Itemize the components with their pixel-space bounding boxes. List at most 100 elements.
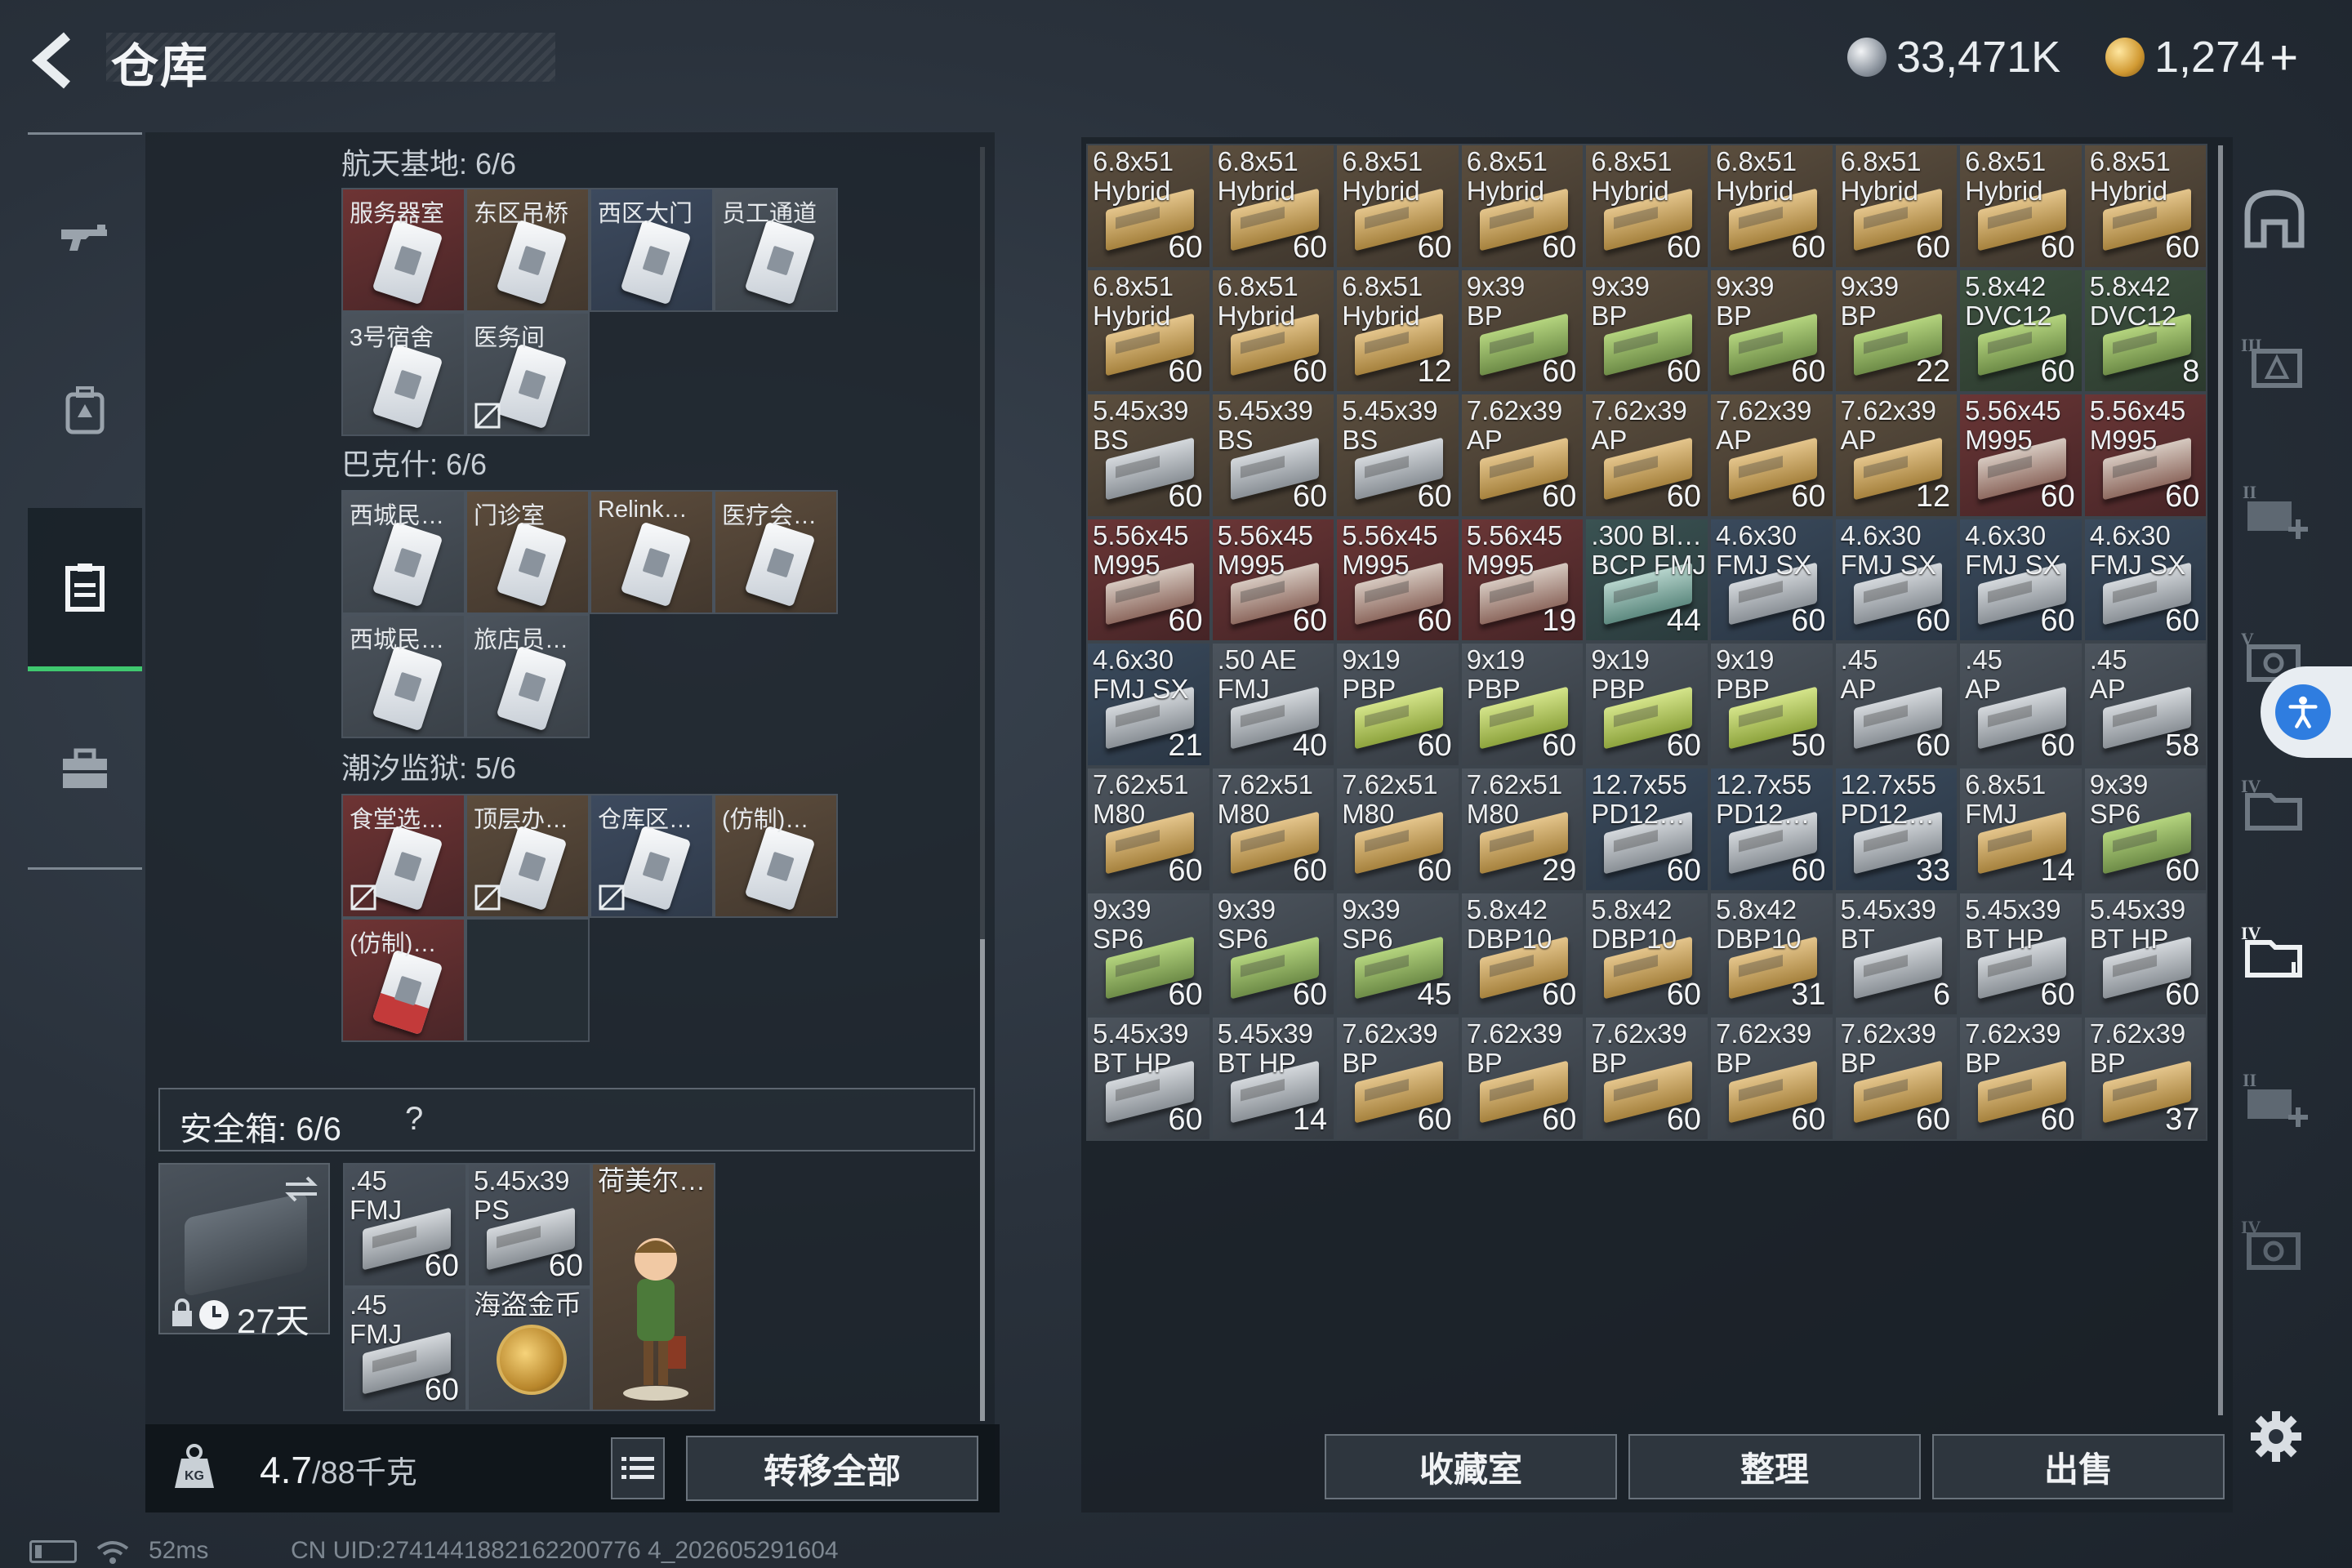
stash-item[interactable]: 5.56x45 M995 60 (1086, 517, 1211, 643)
settings-gear-icon[interactable] (2247, 1408, 2305, 1465)
stash-item[interactable]: 12.7x55 PD12… 60 (1708, 766, 1834, 892)
stash-item[interactable]: 5.45x39 BT HP 14 (1210, 1016, 1336, 1141)
swap-icon[interactable] (283, 1173, 320, 1205)
stash-item[interactable]: 5.45x39 BT HP 60 (2082, 891, 2208, 1017)
stash-scrollbar[interactable] (2218, 145, 2223, 1415)
help-button[interactable]: ? (405, 1101, 423, 1138)
stash-item[interactable]: .45 AP 58 (2082, 642, 2208, 767)
stash-item[interactable]: 5.8x42 DBP10 60 (1459, 891, 1585, 1017)
keycard-slot[interactable]: 食堂选… (341, 794, 466, 918)
keycard-slot[interactable]: 医疗会… (714, 490, 838, 614)
stash-item[interactable]: 4.6x30 FMJ SX 60 (1958, 517, 2083, 643)
stash-item[interactable]: .50 AE FMJ 40 (1210, 642, 1336, 767)
stash-item[interactable]: 5.8x42 DBP10 31 (1708, 891, 1834, 1017)
stash-item[interactable]: 9x39 BP 60 (1584, 268, 1709, 394)
nav-backpack[interactable] (28, 328, 142, 492)
keycard-slot[interactable]: 3号宿舍 (341, 312, 466, 436)
stash-item[interactable]: 9x39 BP 60 (1459, 268, 1585, 394)
stash-item[interactable]: 5.8x42 DVC12 8 (2082, 268, 2208, 394)
stash-tab-iv-locked[interactable]: IV (2238, 1209, 2311, 1282)
stash-item[interactable]: 5.56x45 M995 60 (2082, 393, 2208, 518)
stash-item[interactable]: 5.45x39 BS 60 (1335, 393, 1460, 518)
stash-item[interactable]: 9x39 SP6 60 (2082, 766, 2208, 892)
stash-item[interactable]: 5.56x45 M995 19 (1459, 517, 1585, 643)
empty-keycard-slot[interactable] (466, 918, 590, 1042)
keycard-slot[interactable]: Relink… (590, 490, 714, 614)
stash-item[interactable]: 7.62x51 M80 29 (1459, 766, 1585, 892)
stash-item[interactable]: 6.8x51 Hybrid 12 (1335, 268, 1460, 394)
safe-slot-figurine[interactable]: 荷美尔… (591, 1163, 715, 1411)
stash-item[interactable]: 5.8x42 DVC12 60 (1958, 268, 2083, 394)
safe-slot-ammo[interactable]: .45 FMJ 60 (343, 1163, 467, 1287)
stash-item[interactable]: 5.45x39 BS 60 (1210, 393, 1336, 518)
sort-button[interactable]: 整理 (1628, 1434, 1921, 1499)
stash-item[interactable]: 7.62x39 AP 60 (1459, 393, 1585, 518)
keycard-slot[interactable]: 门诊室 (466, 490, 590, 614)
stash-item[interactable]: 6.8x51 Hybrid 60 (1335, 144, 1460, 269)
stash-item[interactable]: .300 Bl… BCP FMJ 44 (1584, 517, 1709, 643)
stash-item[interactable]: 9x19 PBP 60 (1584, 642, 1709, 767)
keycard-slot[interactable]: (仿制)… (341, 918, 466, 1042)
stash-item[interactable]: 4.6x30 FMJ SX 21 (1086, 642, 1211, 767)
stash-item[interactable]: 9x39 SP6 60 (1210, 891, 1336, 1017)
stash-item[interactable]: 7.62x39 BP 60 (1459, 1016, 1585, 1141)
stash-item[interactable]: 5.45x39 BS 60 (1086, 393, 1211, 518)
stash-tab-iv-active[interactable]: IV (2238, 915, 2311, 988)
transfer-all-button[interactable]: 转移全部 (686, 1436, 978, 1501)
stash-tab-ii-add[interactable]: II (2238, 474, 2311, 547)
stash-item[interactable]: 7.62x51 M80 60 (1210, 766, 1336, 892)
stash-item[interactable]: 6.8x51 Hybrid 60 (2082, 144, 2208, 269)
inventory-scroll-thumb[interactable] (980, 939, 985, 1421)
stash-item[interactable]: .45 AP 60 (1833, 642, 1959, 767)
stash-item[interactable]: 6.8x51 Hybrid 60 (1958, 144, 2083, 269)
stash-item[interactable]: 7.62x39 AP 60 (1584, 393, 1709, 518)
sell-button[interactable]: 出售 (1932, 1434, 2225, 1499)
add-currency-button[interactable]: + (2270, 29, 2298, 86)
keycard-slot[interactable]: 东区吊桥 (466, 188, 590, 312)
stash-item[interactable]: 6.8x51 Hybrid 60 (1584, 144, 1709, 269)
stash-item[interactable]: 9x19 PBP 60 (1335, 642, 1460, 767)
home-tab[interactable] (2238, 181, 2311, 255)
stash-item[interactable]: 5.56x45 M995 60 (1210, 517, 1336, 643)
stash-item[interactable]: 7.62x39 BP 37 (2082, 1016, 2208, 1141)
stash-item[interactable]: 9x39 BP 60 (1708, 268, 1834, 394)
stash-tab-iv[interactable]: IV (2238, 768, 2311, 841)
safe-slot-coin[interactable]: 海盗金币 (467, 1287, 591, 1411)
stash-item[interactable]: 4.6x30 FMJ SX 60 (2082, 517, 2208, 643)
keycard-slot[interactable]: 服务器室 (341, 188, 466, 312)
stash-item[interactable]: 5.45x39 BT HP 60 (1086, 1016, 1211, 1141)
nav-storage[interactable] (28, 508, 142, 671)
stash-item[interactable]: 7.62x39 AP 60 (1708, 393, 1834, 518)
stash-item[interactable]: 5.45x39 BT 6 (1833, 891, 1959, 1017)
stash-item[interactable]: 4.6x30 FMJ SX 60 (1833, 517, 1959, 643)
keycard-slot[interactable]: 西城民… (341, 490, 466, 614)
nav-weapons[interactable] (28, 157, 142, 320)
stash-item[interactable]: 5.45x39 BT HP 60 (1958, 891, 2083, 1017)
stash-item[interactable]: 9x39 SP6 45 (1335, 891, 1460, 1017)
stash-item[interactable]: 5.8x42 DBP10 60 (1584, 891, 1709, 1017)
safe-slot-ammo[interactable]: 5.45x39 PS 60 (467, 1163, 591, 1287)
stash-item[interactable]: 7.62x39 AP 12 (1833, 393, 1959, 518)
safe-box-container[interactable]: 27天 (158, 1163, 330, 1340)
stash-item[interactable]: 6.8x51 Hybrid 60 (1833, 144, 1959, 269)
list-view-button[interactable] (611, 1437, 665, 1499)
keycard-slot[interactable]: 西城民… (341, 614, 466, 738)
stash-item[interactable]: 9x19 PBP 60 (1459, 642, 1585, 767)
stash-item[interactable]: 6.8x51 Hybrid 60 (1459, 144, 1585, 269)
stash-item[interactable]: 5.56x45 M995 60 (1958, 393, 2083, 518)
back-button[interactable] (24, 28, 90, 93)
stash-item[interactable]: 6.8x51 FMJ 14 (1958, 766, 2083, 892)
stash-item[interactable]: 7.62x39 BP 60 (1708, 1016, 1834, 1141)
stash-item[interactable]: 9x39 SP6 60 (1086, 891, 1211, 1017)
stash-item[interactable]: 7.62x51 M80 60 (1335, 766, 1460, 892)
stash-tab-ii-add[interactable]: II (2238, 1062, 2311, 1135)
keycard-slot[interactable]: 西区大门 (590, 188, 714, 312)
stash-item[interactable]: 6.8x51 Hybrid 60 (1086, 144, 1211, 269)
stash-item[interactable]: .45 AP 60 (1958, 642, 2083, 767)
nav-briefcase[interactable] (28, 688, 142, 851)
accessibility-button[interactable] (2261, 666, 2352, 758)
stash-item[interactable]: 7.62x39 BP 60 (1833, 1016, 1959, 1141)
stash-item[interactable]: 7.62x39 BP 60 (1584, 1016, 1709, 1141)
stash-item[interactable]: 6.8x51 Hybrid 60 (1086, 268, 1211, 394)
stash-item[interactable]: 9x39 BP 22 (1833, 268, 1959, 394)
